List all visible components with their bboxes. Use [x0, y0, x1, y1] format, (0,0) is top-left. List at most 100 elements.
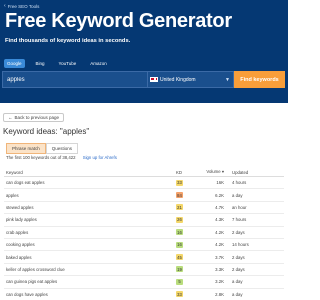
keyword-text[interactable]: pink lady apples [6, 217, 37, 222]
kd-cell: 26 [176, 216, 198, 223]
kd-badge: 33 [176, 291, 183, 298]
keyword-text[interactable]: cooking apples [6, 242, 35, 247]
volume-cell: 3.7K [215, 254, 224, 260]
results-count-text: The first 100 keywords out of 38,422 [6, 155, 76, 160]
volume-cell: 4.7K [215, 204, 224, 210]
search-engine-tabs: Google Bing YouTube Amazon [4, 59, 110, 68]
keyword-text[interactable]: crab apples [6, 230, 28, 235]
results-count: The first 100 keywords out of 38,422 Sig… [6, 155, 117, 160]
column-keyword[interactable]: Keyword [4, 170, 176, 175]
table-row[interactable]: keller of apples crossword clue 19 3.3K 2 d… [4, 264, 284, 277]
volume-cell: 3.2K [215, 279, 224, 285]
keyword-cell: baked apples [4, 255, 176, 260]
keyword-text[interactable]: can dogs have apples [6, 292, 48, 297]
kd-badge: 16 [176, 229, 183, 236]
kd-cell: 33 [176, 291, 198, 298]
arrow-left-icon: ← [8, 115, 13, 120]
results-title: Keyword ideas: "apples" [3, 127, 90, 136]
volume-cell: 4.2K [215, 242, 224, 248]
keyword-text[interactable]: baked apples [6, 255, 32, 260]
kd-cell: 16 [176, 241, 198, 248]
search-bar: United Kingdom ▼ Find keywords [2, 71, 285, 88]
updated-cell: 2 days [232, 266, 245, 272]
keyword-cell: can guinea pigs eat apples [4, 279, 176, 284]
updated-cell: 2 days [232, 254, 245, 260]
table-header: Keyword KD Volume ▾ Updated [4, 168, 284, 177]
volume-cell: 3.3K [215, 266, 224, 272]
kd-badge: 21 [176, 204, 183, 211]
column-updated[interactable]: Updated [230, 170, 280, 175]
updated-cell: an hour [232, 204, 247, 210]
column-kd[interactable]: KD [176, 170, 198, 175]
table-body: can dogs eat apples 33 16K 4 hours apples 84 6… [4, 177, 284, 300]
kd-badge: 45 [176, 254, 183, 261]
keyword-cell: crab apples [4, 230, 176, 235]
table-row[interactable]: cooking apples 16 4.2K 14 hours [4, 239, 284, 252]
tab-questions[interactable]: Questions [45, 143, 79, 154]
country-select[interactable]: United Kingdom ▼ [147, 71, 234, 88]
chevron-down-icon: ▼ [225, 76, 230, 83]
kd-cell: 33 [176, 179, 198, 186]
hero-header: ‹ Free SEO Tools Free Keyword Generator … [0, 0, 288, 103]
keyword-text[interactable]: can guinea pigs eat apples [6, 279, 57, 284]
kd-cell: 16 [176, 229, 198, 236]
keyword-cell: apples [4, 193, 176, 198]
volume-cell: 4.3K [215, 217, 224, 223]
kd-cell: 5 [176, 278, 198, 285]
kd-cell: 21 [176, 204, 198, 211]
breadcrumb-label: Free SEO Tools [7, 3, 40, 9]
updated-cell: 4 hours [232, 180, 247, 186]
keyword-text[interactable]: can dogs eat apples [6, 180, 44, 185]
updated-cell: 2 days [232, 229, 245, 235]
uk-flag-icon [150, 77, 158, 82]
keyword-cell: stewed apples [4, 205, 176, 210]
keyword-cell: cooking apples [4, 242, 176, 247]
keyword-text[interactable]: stewed apples [6, 205, 33, 210]
updated-cell: 7 hours [232, 217, 247, 223]
kd-badge: 26 [176, 216, 183, 223]
keyword-cell: keller of apples crossword clue [4, 267, 176, 272]
updated-cell: a day [232, 192, 243, 198]
kd-badge: 19 [176, 266, 183, 273]
tab-amazon[interactable]: Amazon [87, 59, 110, 68]
signup-link[interactable]: Sign up for Ahrefs [83, 155, 117, 160]
kd-badge: 16 [176, 241, 183, 248]
volume-cell: 2.8K [215, 291, 224, 297]
updated-cell: 14 hours [232, 242, 249, 248]
keyword-text[interactable]: keller of apples crossword clue [6, 267, 65, 272]
keyword-input[interactable] [2, 71, 147, 88]
breadcrumb[interactable]: ‹ Free SEO Tools [4, 3, 39, 9]
back-label: Back to previous page [14, 115, 60, 120]
find-keywords-button[interactable]: Find keywords [234, 71, 285, 88]
table-row[interactable]: apples 84 6.2K a day [4, 189, 284, 202]
keyword-text[interactable]: apples [6, 193, 19, 198]
volume-cell: 6.2K [215, 192, 224, 198]
kd-cell: 19 [176, 266, 198, 273]
updated-cell: a day [232, 291, 243, 297]
keyword-cell: can dogs eat apples [4, 180, 176, 185]
table-row[interactable]: crab apples 16 4.2K 2 days [4, 227, 284, 239]
table-row[interactable]: can dogs eat apples 33 16K 4 hours [4, 177, 284, 190]
tab-phrase-match[interactable]: Phrase match [6, 143, 46, 154]
tab-bing[interactable]: Bing [33, 59, 48, 68]
results-tabs: Phrase match Questions [6, 143, 79, 154]
tab-google[interactable]: Google [4, 59, 25, 68]
volume-cell: 4.2K [215, 229, 224, 235]
kd-badge: 84 [176, 192, 183, 199]
chevron-left-icon: ‹ [4, 3, 6, 9]
table-row[interactable]: can guinea pigs eat apples 5 3.2K a day [4, 276, 284, 289]
updated-cell: a day [232, 279, 243, 285]
table-row[interactable]: can dogs have apples 33 2.8K a day [4, 289, 284, 300]
volume-cell: 16K [216, 180, 224, 186]
kd-badge: 33 [176, 179, 183, 186]
column-volume[interactable]: Volume ▾ [198, 169, 230, 175]
kd-badge: 5 [176, 278, 183, 285]
tab-youtube[interactable]: YouTube [56, 59, 80, 68]
keyword-cell: can dogs have apples [4, 292, 176, 297]
keywords-table: Keyword KD Volume ▾ Updated can dogs eat… [4, 168, 284, 300]
table-row[interactable]: baked apples 45 3.7K 2 days [4, 251, 284, 264]
table-row[interactable]: pink lady apples 26 4.3K 7 hours [4, 214, 284, 227]
table-row[interactable]: stewed apples 21 4.7K an hour [4, 202, 284, 215]
back-button[interactable]: ← Back to previous page [3, 113, 65, 122]
kd-cell: 84 [176, 192, 198, 199]
